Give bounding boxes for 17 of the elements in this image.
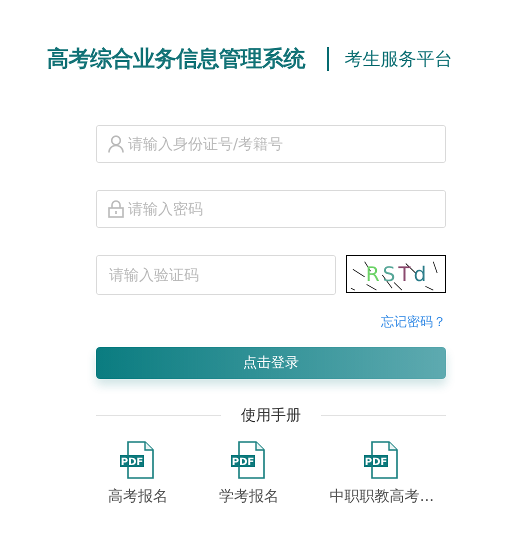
user-icon <box>108 135 124 153</box>
captcha-character: d <box>414 262 426 286</box>
input-field[interactable]: 请输入身份证号/考籍号 <box>96 125 446 163</box>
lock-icon <box>108 200 124 218</box>
manual-link[interactable]: PDF 学考报名 <box>218 441 279 506</box>
manual-link[interactable]: PDF 中职职教高考... <box>330 441 434 506</box>
captcha-field[interactable]: 请输入验证码 <box>96 255 336 295</box>
captcha-character: R <box>366 262 380 286</box>
manual-link[interactable]: PDF 高考报名 <box>108 441 168 506</box>
captcha-character: S <box>382 262 396 286</box>
captcha-image[interactable]: R STd <box>346 255 446 293</box>
manual-heading: 使用手册 <box>241 406 301 425</box>
captcha-character: T <box>398 262 411 286</box>
platform-subtitle: 考生服务平台 <box>344 48 452 71</box>
login-button[interactable]: 点击登录 <box>96 347 446 379</box>
system-title: 高考综合业务信息管理系统 <box>47 46 305 74</box>
input-field[interactable]: 请输入密码 <box>96 190 446 228</box>
